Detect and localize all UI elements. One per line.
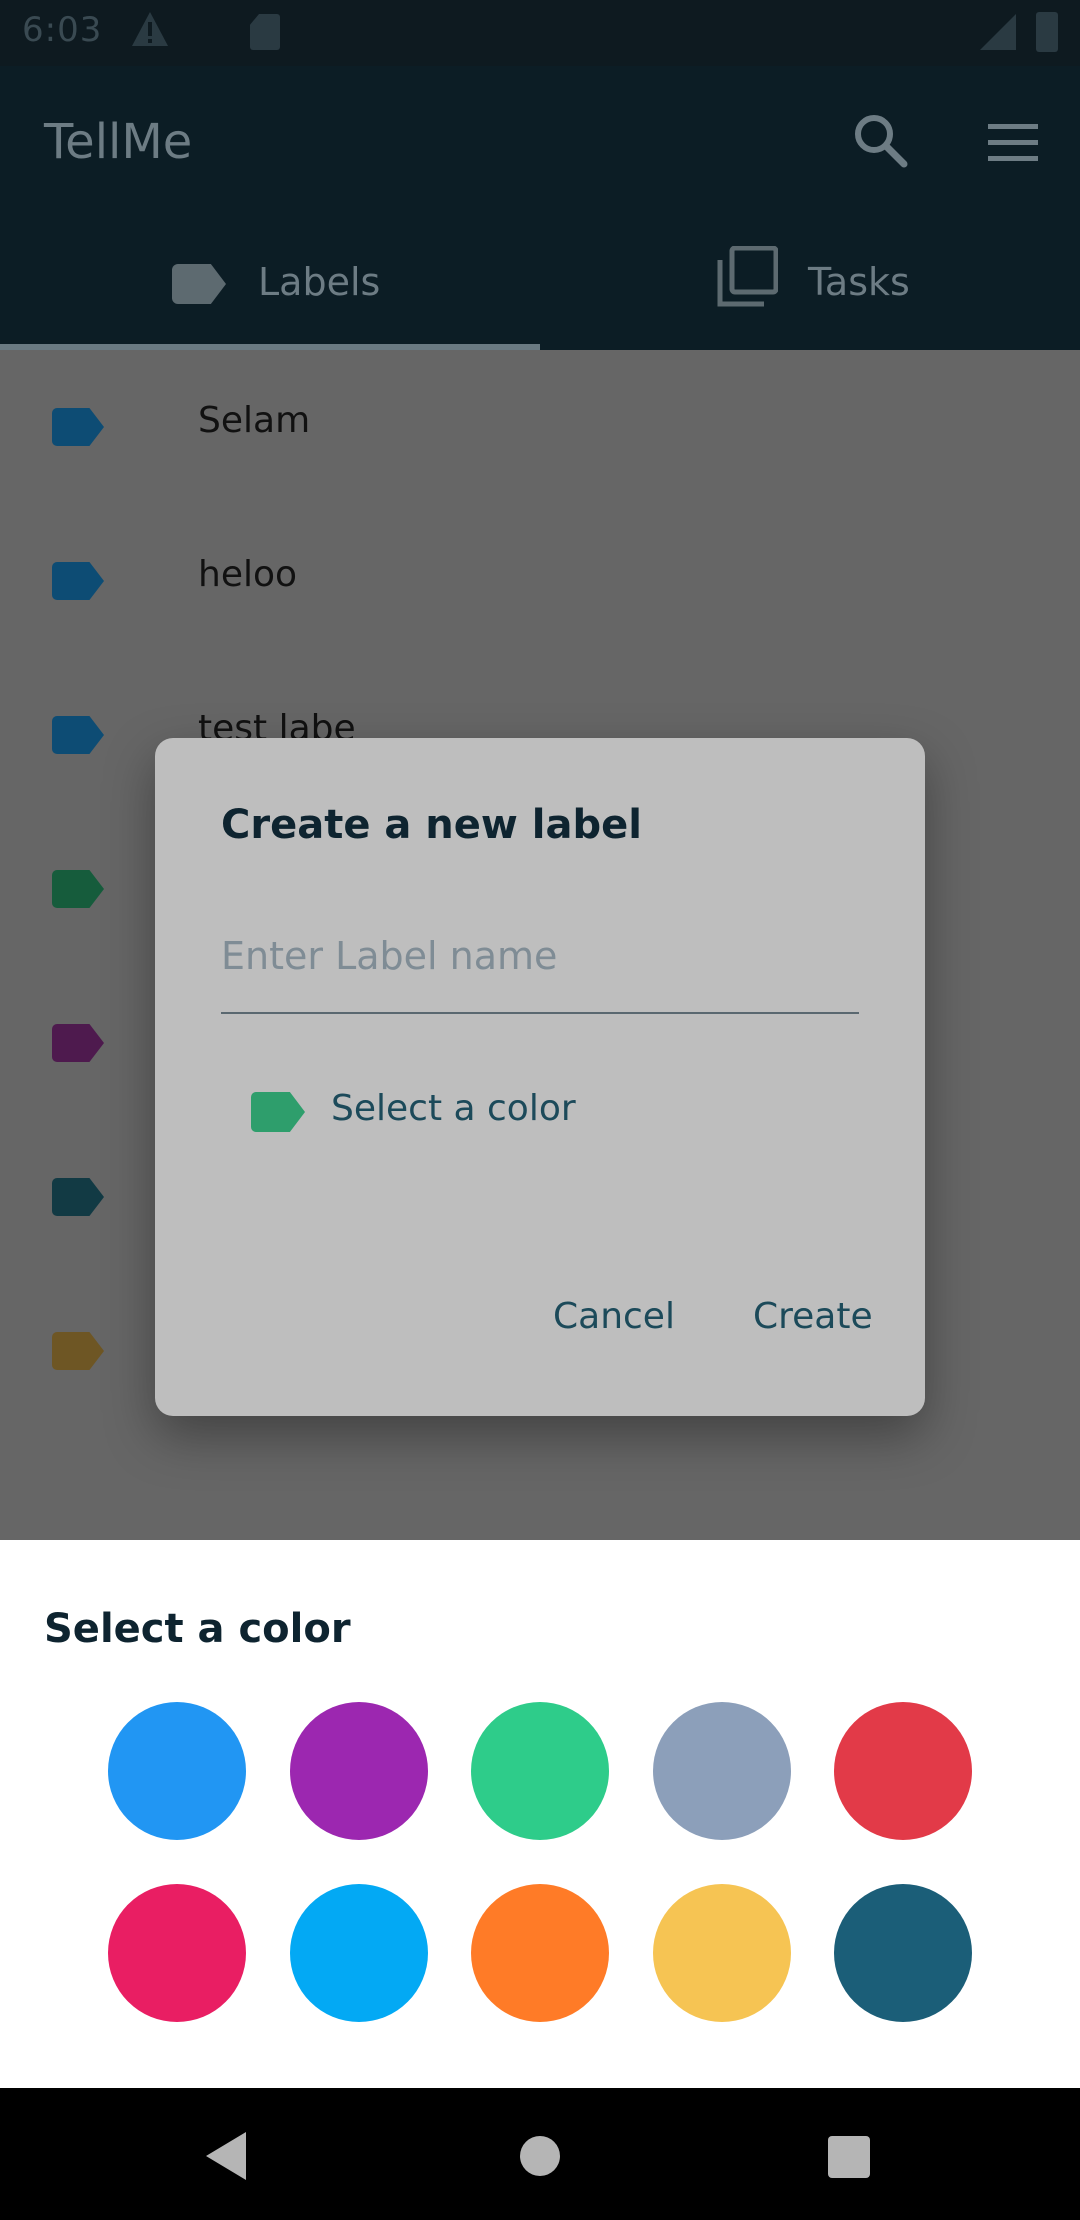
signal-icon: [980, 14, 1016, 50]
label-name-input[interactable]: [221, 934, 859, 1014]
create-label-dialog: Create a new label Select a color Cancel…: [155, 738, 925, 1416]
sd-card-icon: [250, 14, 280, 50]
tab-labels[interactable]: Labels: [0, 246, 540, 346]
battery-icon: [1036, 12, 1058, 52]
menu-icon[interactable]: [984, 118, 1042, 166]
color-swatch[interactable]: [290, 1702, 428, 1840]
label-icon: [52, 1178, 104, 1216]
label-icon: [52, 562, 104, 600]
label-icon: [52, 1024, 104, 1062]
list-item[interactable]: heloo: [0, 504, 1080, 658]
label-color-icon: [251, 1092, 305, 1132]
color-swatch[interactable]: [108, 1702, 246, 1840]
tab-labels-text: Labels: [258, 260, 381, 304]
status-time: 6:03: [22, 10, 103, 50]
navigation-bar: [0, 2088, 1080, 2220]
app-bar: TellMe Labels Tasks: [0, 66, 1080, 350]
color-swatch[interactable]: [108, 1884, 246, 2022]
recent-apps-icon[interactable]: [828, 2136, 870, 2178]
color-swatch[interactable]: [834, 1884, 972, 2022]
search-icon[interactable]: [852, 112, 908, 168]
color-swatch[interactable]: [653, 1884, 791, 2022]
tasks-icon: [716, 245, 779, 308]
color-picker-sheet: Select a color: [0, 1540, 1080, 2088]
cancel-button[interactable]: Cancel: [553, 1296, 675, 1337]
color-swatch[interactable]: [834, 1702, 972, 1840]
list-item[interactable]: Selam: [0, 350, 1080, 504]
app-title: TellMe: [44, 114, 193, 170]
label-icon: [172, 264, 226, 304]
back-icon[interactable]: [206, 2132, 246, 2180]
tab-tasks[interactable]: Tasks: [540, 245, 1080, 346]
color-swatch[interactable]: [653, 1702, 791, 1840]
label-name: Selam: [198, 400, 311, 441]
select-color-label: Select a color: [331, 1088, 576, 1129]
sheet-title: Select a color: [44, 1606, 351, 1652]
status-bar: 6:03: [0, 0, 1080, 66]
label-name: heloo: [198, 554, 298, 595]
home-icon[interactable]: [520, 2136, 560, 2176]
color-swatch[interactable]: [471, 1884, 609, 2022]
label-icon: [52, 716, 104, 754]
create-button[interactable]: Create: [753, 1296, 873, 1337]
label-icon: [52, 1332, 104, 1370]
label-icon: [52, 408, 104, 446]
color-swatch[interactable]: [290, 1884, 428, 2022]
alert-icon: [130, 10, 170, 57]
color-swatch[interactable]: [471, 1702, 609, 1840]
select-color-button[interactable]: Select a color: [251, 1084, 651, 1144]
label-icon: [52, 870, 104, 908]
dialog-title: Create a new label: [221, 802, 642, 848]
tab-tasks-text: Tasks: [808, 260, 910, 304]
